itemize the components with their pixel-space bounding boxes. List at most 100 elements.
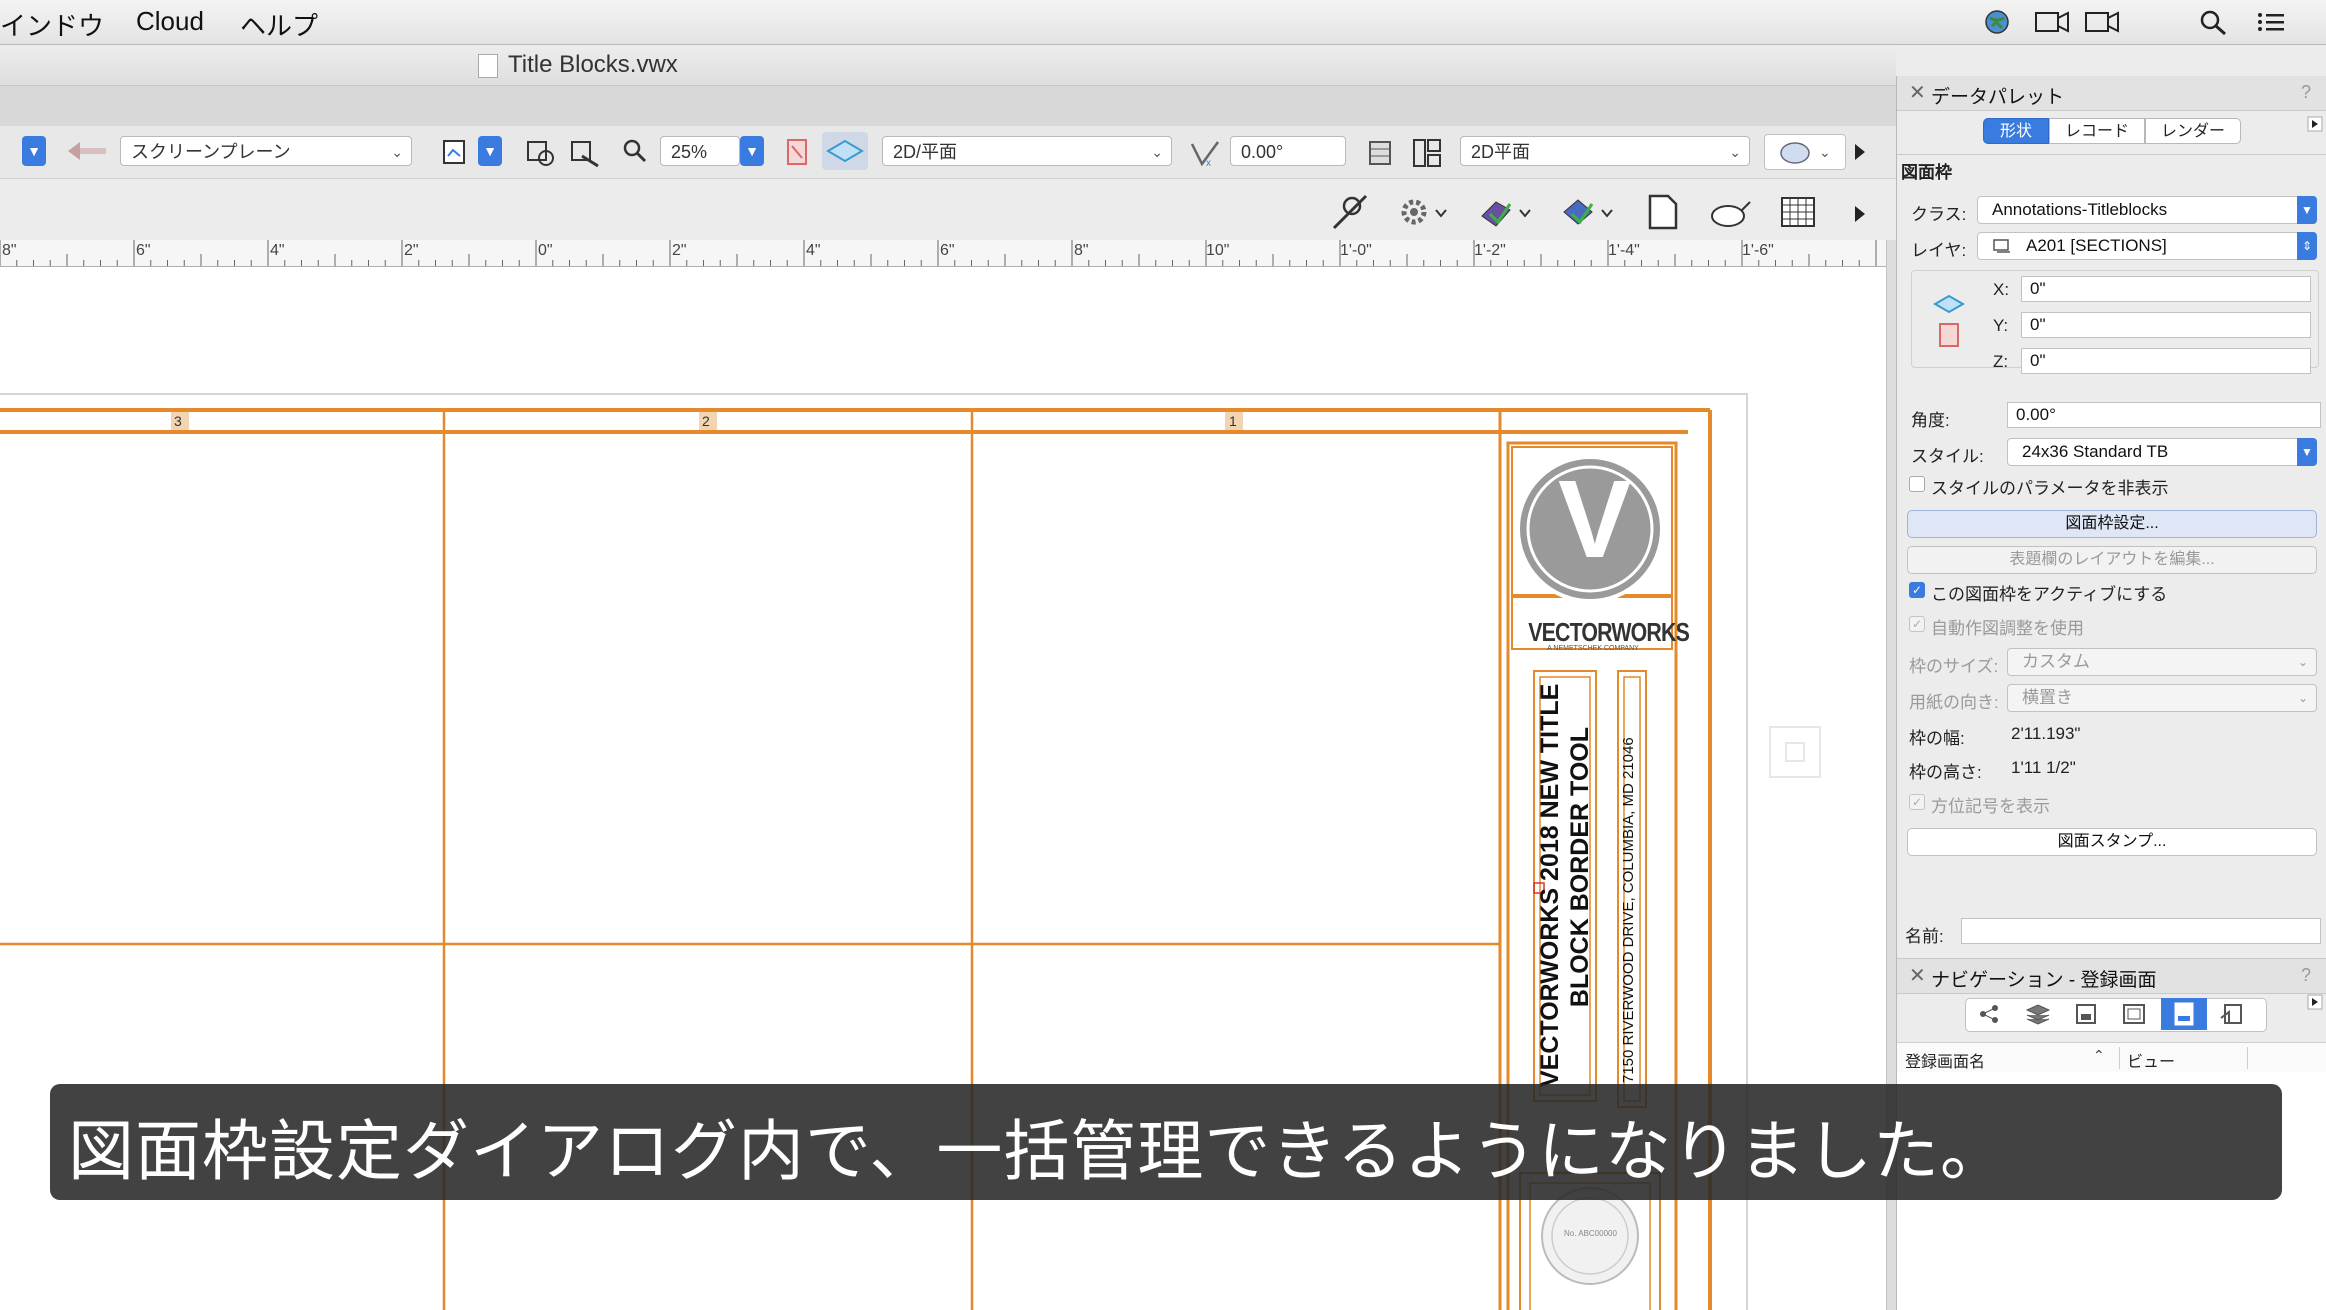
ruler-label: 4" xyxy=(806,242,821,259)
angle-field[interactable]: 0.00° xyxy=(2007,402,2321,428)
drawing-title-line2: BLOCK BORDER TOOL xyxy=(1566,727,1594,1008)
viewports-icon[interactable] xyxy=(2119,1002,2149,1026)
zoom-icon[interactable] xyxy=(622,138,648,164)
sheet-layers-icon[interactable] xyxy=(2071,1002,2101,1026)
close-icon[interactable]: ✕ xyxy=(1909,80,1926,105)
view-value: 2D/平面 xyxy=(893,142,958,162)
elevation-position-icon[interactable] xyxy=(1935,320,1963,350)
size-label: 枠のサイズ: xyxy=(1909,657,1999,676)
auto-adjust-checkbox[interactable]: ✓ xyxy=(1909,616,1925,632)
top-plan-icon[interactable] xyxy=(782,136,812,168)
zoom-dropdown-button[interactable]: ▼ xyxy=(740,136,764,166)
references-icon[interactable] xyxy=(2217,1002,2247,1026)
name-field[interactable] xyxy=(1961,918,2321,944)
symbol-edit-icon[interactable] xyxy=(1558,192,1616,232)
section-title: 図面枠 xyxy=(1901,163,1952,182)
caption-overlay: 図面枠設定ダイアログ内で、一括管理できるようになりました。 xyxy=(50,1084,2282,1200)
x-field[interactable]: 0" xyxy=(2021,276,2311,302)
layer-dropdown-button[interactable]: ▼ xyxy=(478,136,502,166)
menu-window[interactable]: インドウ xyxy=(0,6,104,43)
orientation-label: 用紙の向き: xyxy=(1909,693,1999,712)
activate-border-checkbox[interactable]: ✓ xyxy=(1909,582,1925,598)
plan-position-icon[interactable] xyxy=(1931,290,1967,318)
style-select[interactable]: 24x36 Standard TB ▼ xyxy=(2007,438,2317,466)
col-view[interactable]: ビュー xyxy=(2127,1048,2175,1072)
list-menu-icon[interactable] xyxy=(2256,8,2286,36)
sheet-layer-icon[interactable] xyxy=(440,138,468,166)
rotate-plan-icon[interactable]: x xyxy=(1188,136,1222,170)
window-title-bar: Title Blocks.vwx xyxy=(0,45,1896,86)
render-mode-select[interactable]: 2D平面 ⌄ xyxy=(1460,136,1750,166)
video-camera-icon[interactable] xyxy=(2084,8,2120,36)
layer-select[interactable]: A201 [SECTIONS] ⇕ xyxy=(1977,232,2317,260)
navigation-palette-title: ナビゲーション - 登録画面 xyxy=(1931,970,2157,991)
ruler-label: 1'-6" xyxy=(1742,242,1774,259)
y-field[interactable]: 0" xyxy=(2021,312,2311,338)
mode-bar-more-arrow-icon[interactable] xyxy=(1850,202,1870,226)
ruler-label: 8" xyxy=(1074,242,1089,259)
back-view-icon[interactable] xyxy=(64,136,112,166)
plane-mode-select[interactable]: スクリーンプレーン ⌄ xyxy=(120,136,412,166)
drawing-stamp-button[interactable]: 図面スタンプ... xyxy=(1907,828,2317,856)
layer-options-icon[interactable] xyxy=(524,136,558,170)
ruler-label: 2" xyxy=(404,242,419,259)
ruler-label: 6" xyxy=(940,242,955,259)
edit-title-layout-button[interactable]: 表題欄のレイアウトを編集... xyxy=(1907,546,2317,574)
tab-shape[interactable]: 形状 xyxy=(1983,118,2049,144)
z-label: Z: xyxy=(1993,352,2009,371)
globe-icon[interactable] xyxy=(1982,8,2012,36)
menu-help[interactable]: ヘルプ xyxy=(240,6,318,43)
view-select[interactable]: 2D/平面 ⌄ xyxy=(882,136,1172,166)
window-title: Title Blocks.vwx xyxy=(508,51,678,78)
class-dropdown-button[interactable]: ▼ xyxy=(22,136,46,166)
layer-stack-icon[interactable] xyxy=(1364,136,1398,170)
style-value: 24x36 Standard TB xyxy=(2022,442,2169,461)
viewport-layout-icon[interactable] xyxy=(1410,136,1444,170)
hierarchy-icon[interactable] xyxy=(1977,1002,2007,1026)
symbol-insert-icon[interactable] xyxy=(1476,192,1534,232)
search-icon[interactable] xyxy=(2198,8,2228,36)
help-icon[interactable]: ? xyxy=(2301,965,2311,986)
layer-icon xyxy=(1993,239,2010,253)
toolbar-more-arrow-icon[interactable] xyxy=(1850,140,1870,164)
page-icon[interactable] xyxy=(1646,192,1680,232)
zoom-field[interactable]: 25% xyxy=(660,136,740,166)
teapot-render-icon[interactable] xyxy=(1706,192,1752,232)
orientation-select[interactable]: 横置き ⌄ xyxy=(2007,684,2317,712)
seal-number: No. ABC00000 xyxy=(1564,1229,1617,1238)
tab-record[interactable]: レコード xyxy=(2049,118,2145,144)
logo-subtext: A NEMETSCHEK COMPANY xyxy=(1547,645,1639,652)
rotation-field[interactable]: 0.00° xyxy=(1230,136,1346,166)
grid-icon[interactable] xyxy=(1778,192,1818,232)
snap-icon[interactable] xyxy=(1330,192,1370,232)
data-palette-title: データパレット xyxy=(1931,87,2065,108)
border-settings-button[interactable]: 図面枠設定... xyxy=(1907,510,2317,538)
size-select[interactable]: カスタム ⌄ xyxy=(2007,648,2317,676)
render-mode-value: 2D平面 xyxy=(1471,142,1531,162)
col-view-name[interactable]: 登録画面名 xyxy=(1905,1048,1985,1072)
class-select[interactable]: Annotations-Titleblocks ▼ xyxy=(1977,196,2317,224)
help-icon[interactable]: ? xyxy=(2301,82,2311,103)
north-arrow-checkbox[interactable]: ✓ xyxy=(1909,794,1925,810)
plan-view-toggle[interactable] xyxy=(822,132,868,170)
render-options-button[interactable]: ⌄ xyxy=(1764,134,1846,170)
class-value: Annotations-Titleblocks xyxy=(1992,200,2168,219)
layers-icon[interactable] xyxy=(2023,1002,2053,1026)
screen-record-icon[interactable] xyxy=(2034,8,2070,36)
saved-views-tab[interactable] xyxy=(2161,998,2207,1030)
close-icon[interactable]: ✕ xyxy=(1909,963,1926,988)
menu-cloud[interactable]: Cloud xyxy=(136,6,204,37)
tab-render[interactable]: レンダー xyxy=(2145,118,2241,144)
size-value: カスタム xyxy=(2022,652,2090,671)
nav-menu-arrow-icon[interactable] xyxy=(2307,994,2323,1010)
palette-menu-arrow-icon[interactable] xyxy=(2307,116,2323,132)
width-value: 2'11.193" xyxy=(2011,724,2081,743)
zoom-value: 25% xyxy=(671,142,708,162)
saved-views-icon xyxy=(2174,1002,2194,1026)
settings-gear-icon[interactable] xyxy=(1396,192,1450,232)
style-label: スタイル: xyxy=(1911,447,1984,466)
hide-style-params-checkbox[interactable] xyxy=(1909,476,1925,492)
class-options-icon[interactable] xyxy=(568,136,602,170)
sort-ascending-icon[interactable]: ⌃ xyxy=(2093,1047,2105,1064)
z-field[interactable]: 0" xyxy=(2021,348,2311,374)
